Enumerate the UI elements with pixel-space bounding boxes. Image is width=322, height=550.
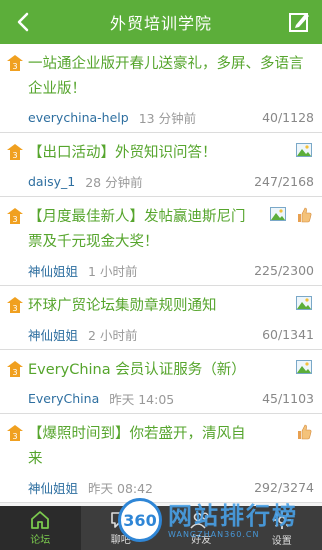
level-badge-icon: 3 — [7, 361, 23, 377]
list-item[interactable]: 3 一站通企业版开春儿送豪礼，多屏、多语言企业版！ everychina-hel… — [0, 44, 322, 133]
image-attachment-icon — [270, 207, 286, 221]
image-attachment-icon — [296, 143, 312, 157]
post-meta: 神仙姐姐 2 小时前 60/1341 — [28, 319, 314, 349]
level-badge-text: 3 — [12, 215, 17, 224]
post-title[interactable]: EveryChina 会员认证服务（新） — [28, 358, 314, 383]
post-icons — [296, 296, 312, 310]
list-item[interactable]: 3 【月度最佳新人】发帖赢迪斯尼门票及千元现金大奖！ 神仙姐姐 1 小时前 22… — [0, 197, 322, 286]
nav-settings[interactable]: 设置 — [242, 506, 322, 550]
post-author[interactable]: 神仙姐姐 — [28, 325, 78, 344]
post-meta: 神仙姐姐 昨天 08:42 292/3274 — [28, 472, 314, 502]
post-title[interactable]: 【爆照时间到】你若盛开，清风自来 — [28, 422, 314, 472]
edit-compose-icon — [289, 13, 309, 32]
level-badge-text: 3 — [12, 304, 17, 313]
level-badge-icon: 3 — [7, 297, 23, 313]
nav-label: 论坛 — [30, 534, 51, 546]
post-stats: 247/2168 — [254, 173, 314, 189]
back-arrow-icon — [17, 12, 29, 32]
level-badge-icon: 3 — [7, 55, 23, 71]
post-list[interactable]: 3 一站通企业版开春儿送豪礼，多屏、多语言企业版！ everychina-hel… — [0, 44, 322, 506]
post-stats: 45/1103 — [262, 390, 314, 406]
post-stats: 40/1128 — [262, 109, 314, 125]
post-author[interactable]: EveryChina — [28, 391, 99, 406]
post-time: 昨天 14:05 — [109, 391, 175, 407]
post-stats: 225/2300 — [254, 262, 314, 278]
image-attachment-icon — [296, 360, 312, 374]
post-title[interactable]: 环球广贸论坛集勋章规则通知 — [28, 294, 314, 319]
post-time: 昨天 08:42 — [88, 480, 154, 496]
post-author[interactable]: 神仙姐姐 — [28, 478, 78, 497]
post-icons — [296, 360, 312, 374]
level-badge-text: 3 — [12, 368, 17, 377]
post-time: 28 分钟前 — [85, 174, 143, 190]
post-stats: 60/1341 — [262, 326, 314, 342]
house-icon — [31, 510, 50, 529]
level-badge-text: 3 — [12, 151, 17, 160]
nav-label: 好友 — [191, 534, 212, 546]
post-meta: 神仙姐姐 1 小时前 225/2300 — [28, 255, 314, 285]
post-icons — [296, 424, 312, 440]
post-meta: EveryChina 昨天 14:05 45/1103 — [28, 383, 314, 413]
level-badge-text: 3 — [12, 432, 17, 441]
post-icons — [270, 207, 312, 223]
level-badge-icon: 3 — [7, 208, 23, 224]
friends-icon — [190, 512, 209, 529]
thumbs-up-icon — [298, 207, 312, 223]
post-author[interactable]: everychina-help — [28, 110, 129, 125]
post-time: 2 小时前 — [88, 327, 138, 343]
list-item[interactable]: 3 环球广贸论坛集勋章规则通知 神仙姐姐 2 小时前 60/1341 — [0, 286, 322, 350]
post-title[interactable]: 一站通企业版开春儿送豪礼，多屏、多语言企业版！ — [28, 52, 314, 102]
back-button[interactable] — [8, 7, 38, 37]
post-meta: everychina-help 13 分钟前 40/1128 — [28, 102, 314, 132]
list-item[interactable]: 3 【出口活动】外贸知识问答！ daisy_1 28 分钟前 247/2168 — [0, 133, 322, 197]
post-time: 13 分钟前 — [138, 110, 197, 126]
post-time: 1 小时前 — [88, 263, 138, 279]
list-item[interactable]: 3 EveryChina 会员认证服务（新） EveryChina 昨天 14:… — [0, 350, 322, 414]
app-header: 外贸培训学院 — [0, 0, 322, 44]
nav-chat[interactable]: 聊吧 — [81, 506, 162, 550]
page-title: 外贸培训学院 — [109, 14, 212, 33]
post-meta: daisy_1 28 分钟前 247/2168 — [28, 166, 314, 196]
level-badge-icon: 3 — [7, 144, 23, 160]
gear-icon — [272, 510, 291, 529]
post-author[interactable]: daisy_1 — [28, 174, 75, 189]
image-attachment-icon — [296, 296, 312, 310]
nav-label: 聊吧 — [110, 534, 131, 546]
level-badge-text: 3 — [12, 62, 17, 71]
nav-forum[interactable]: 论坛 — [0, 506, 81, 550]
post-icons — [296, 143, 312, 157]
nav-friends[interactable]: 好友 — [161, 506, 242, 550]
chat-icon — [110, 511, 131, 528]
post-author[interactable]: 神仙姐姐 — [28, 261, 78, 280]
post-stats: 292/3274 — [254, 479, 314, 495]
level-badge-icon: 3 — [7, 425, 23, 441]
nav-label: 设置 — [271, 535, 292, 547]
post-title[interactable]: 【出口活动】外贸知识问答！ — [28, 141, 314, 166]
thumbs-up-icon — [298, 424, 312, 440]
bottom-nav: 论坛 聊吧 好友 设置 — [0, 506, 322, 550]
compose-button[interactable] — [284, 7, 314, 37]
list-item[interactable]: 3 【爆照时间到】你若盛开，清风自来 神仙姐姐 昨天 08:42 292/327… — [0, 414, 322, 503]
